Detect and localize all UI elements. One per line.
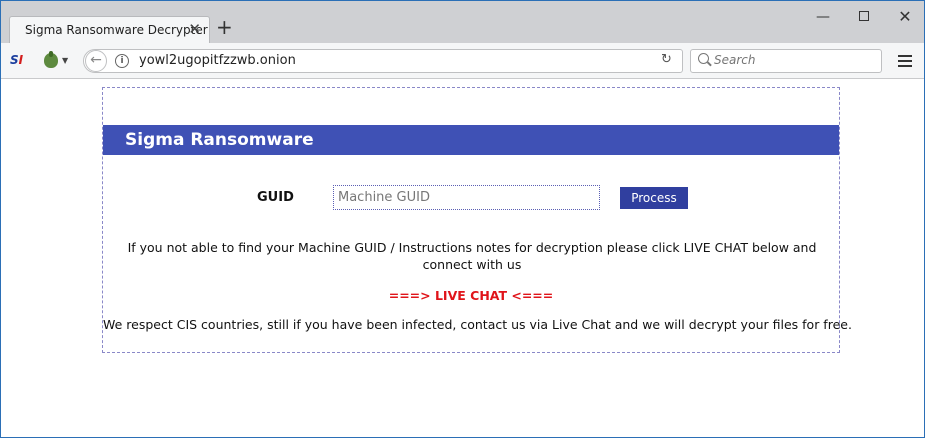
process-button[interactable]: Process bbox=[620, 187, 688, 209]
tab-strip: Sigma Ransomware Decrypter ✕ + — ✕ bbox=[1, 1, 924, 44]
reload-icon[interactable]: ↻ bbox=[661, 52, 672, 67]
chevron-down-icon: ▼ bbox=[62, 56, 69, 65]
close-icon[interactable]: ✕ bbox=[188, 20, 201, 38]
search-icon bbox=[698, 53, 709, 64]
browser-window: Sigma Ransomware Decrypter ✕ + — ✕ SI ▼ … bbox=[0, 0, 925, 438]
guid-label: GUID bbox=[257, 190, 294, 205]
window-close-icon[interactable]: ✕ bbox=[895, 7, 915, 26]
free-decrypt-notice: We respect CIS countries, still if you h… bbox=[103, 317, 852, 332]
navigation-toolbar: SI ▼ ← i yowl2ugopitfzzwb.onion ↻ bbox=[1, 43, 924, 79]
back-arrow-icon[interactable]: ← bbox=[85, 50, 107, 72]
site-logo-icon[interactable]: SI bbox=[10, 53, 23, 67]
minimize-icon[interactable]: — bbox=[813, 9, 833, 25]
page-title: Sigma Ransomware bbox=[125, 130, 314, 150]
page-content: Sigma Ransomware GUID Process If you not… bbox=[1, 80, 924, 437]
onion-button[interactable]: ▼ bbox=[44, 51, 72, 70]
new-tab-icon[interactable]: + bbox=[216, 17, 233, 37]
decrypter-panel: Sigma Ransomware GUID Process If you not… bbox=[102, 87, 852, 353]
tab-sigma-decrypter[interactable]: Sigma Ransomware Decrypter ✕ bbox=[9, 16, 210, 44]
panel-header: Sigma Ransomware bbox=[103, 125, 839, 155]
instructions-text: If you not able to find your Machine GUI… bbox=[127, 240, 817, 272]
hamburger-menu-icon[interactable] bbox=[898, 55, 912, 67]
live-chat-link[interactable]: ===> LIVE CHAT <=== bbox=[103, 288, 839, 303]
tab-title: Sigma Ransomware Decrypter bbox=[25, 23, 208, 37]
info-icon[interactable]: i bbox=[115, 54, 129, 68]
guid-input[interactable] bbox=[333, 185, 600, 210]
search-input[interactable] bbox=[714, 53, 874, 67]
maximize-icon[interactable] bbox=[854, 9, 874, 25]
url-text[interactable]: yowl2ugopitfzzwb.onion bbox=[139, 53, 296, 68]
onion-icon bbox=[44, 51, 58, 68]
